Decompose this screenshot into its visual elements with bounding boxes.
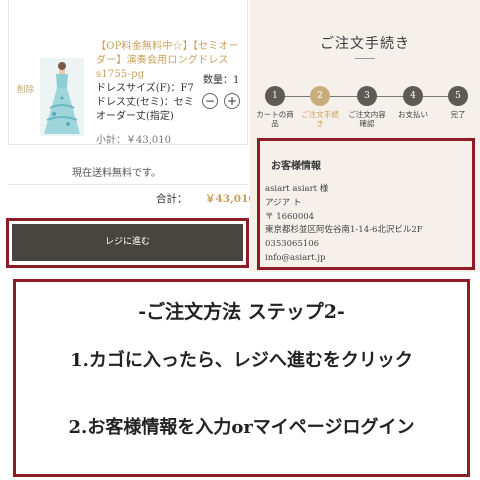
step-5-label: 完了 (450, 110, 466, 119)
checkout-title: ご注文手続き (320, 36, 410, 52)
step-3-label: ご注文内容確認 (348, 110, 386, 128)
step-4-label: お支払い (398, 110, 428, 119)
dress-image (40, 58, 84, 136)
title-underline (355, 58, 375, 59)
customer-email: info@asiart.jp (265, 253, 326, 263)
instruction-step-1: 1.カゴに入ったら、レジへ進むをクリック (70, 350, 413, 371)
subtotal: 小計：￥43,010 (96, 135, 171, 146)
quantity-increase-button[interactable]: + (224, 93, 240, 109)
step-3-circle: 3 (357, 86, 377, 106)
spec-order-length: オーダー丈(指定) (96, 111, 174, 122)
step-1-circle: 1 (265, 86, 285, 106)
customer-info-title: お客様情報 (271, 161, 321, 172)
quantity-decrease-button[interactable]: − (202, 93, 218, 109)
instruction-step-2: 2.お客様情報を入力orマイページログイン (68, 417, 415, 438)
customer-phone: 0353065106 (265, 239, 320, 249)
step-5-circle: 5 (448, 86, 468, 106)
step-4-circle: 4 (403, 86, 423, 106)
customer-zip: 〒 1660004 (265, 212, 315, 222)
delete-item-link[interactable]: 削除 (17, 83, 34, 95)
customer-kana: アジア ト (265, 198, 302, 208)
instruction-heading: -ご注文方法 ステップ2- (138, 301, 345, 323)
product-thumbnail[interactable] (40, 58, 84, 136)
quantity-label: 数量：1 (203, 75, 240, 86)
customer-address: 東京都杉並区阿佐谷南1-14-6北沢ビル2F (265, 225, 423, 235)
shipping-note: 現在送料無料です。 (72, 168, 161, 179)
cart-panel: 削除 【OP料金無料中☆】【セミオーダー】演奏会用ロングドレスs1755-pg … (0, 0, 256, 272)
customer-name: asiart asiart 様 (265, 184, 329, 194)
total-label: 合計： (156, 193, 188, 205)
step-2-circle: 2 (310, 86, 330, 106)
step-2-label: ご注文手続き (301, 110, 339, 128)
total-value: ￥43,010 (205, 193, 256, 205)
proceed-to-checkout-button[interactable]: レジに進む (12, 224, 243, 261)
step-1-label: カートの商品 (256, 110, 294, 128)
